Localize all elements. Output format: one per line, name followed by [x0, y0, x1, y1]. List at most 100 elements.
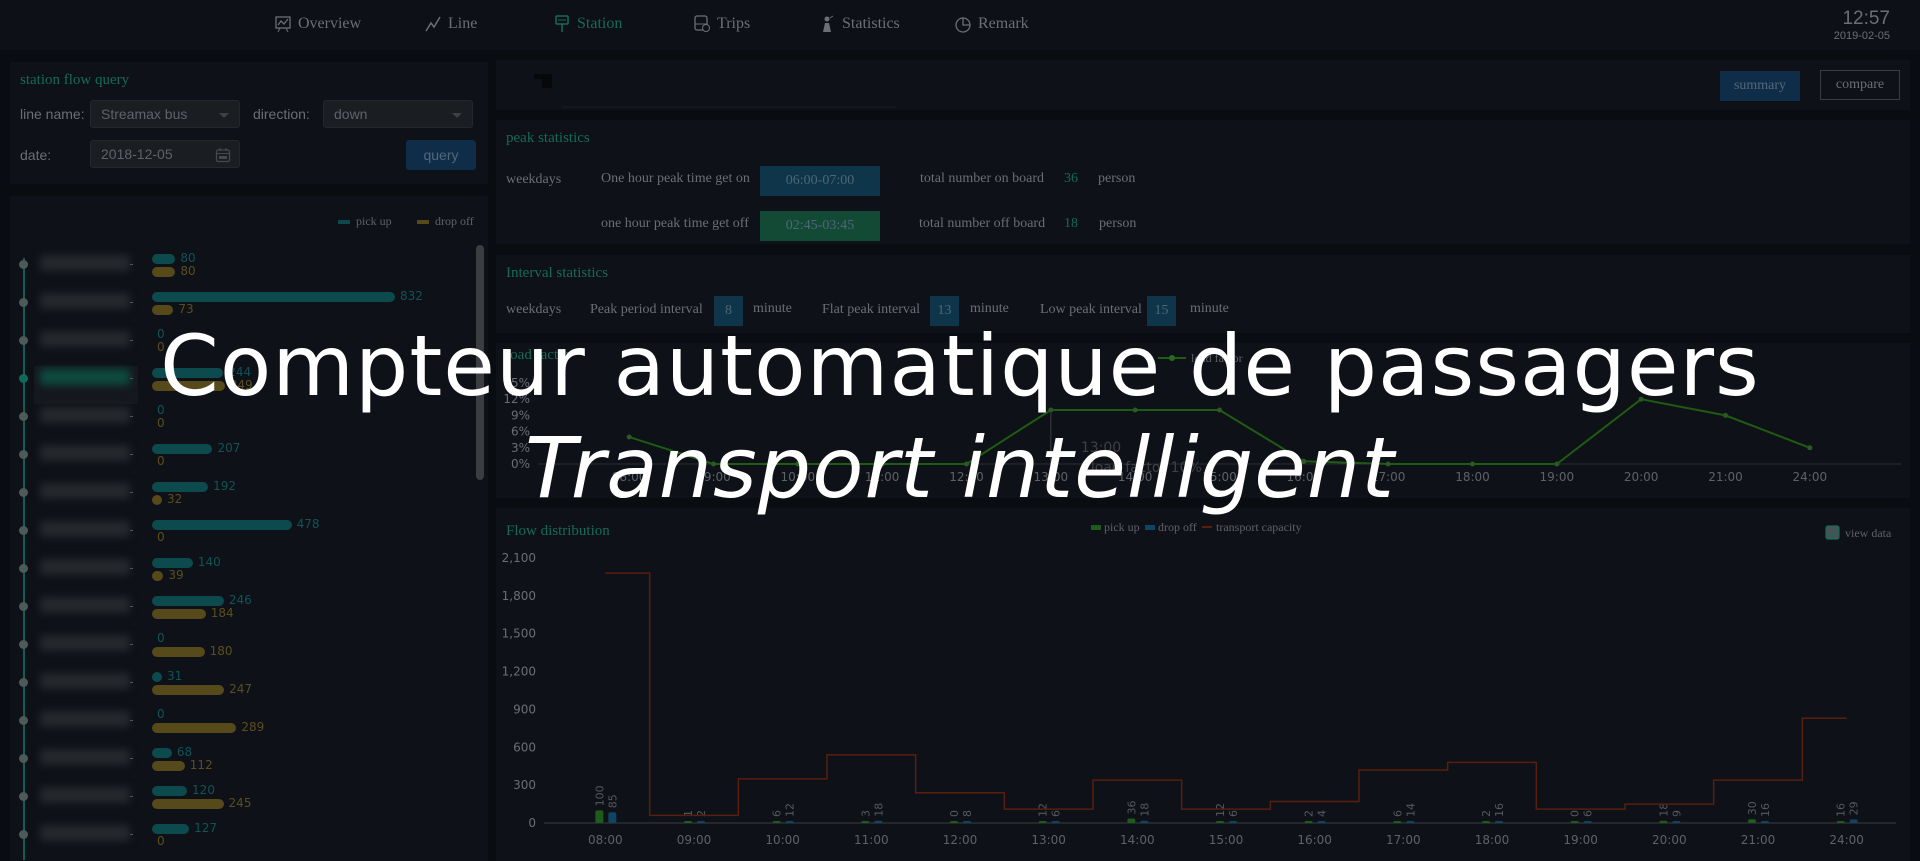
- drop-off-bar: [152, 267, 176, 277]
- drop-off-bar[interactable]: [1495, 820, 1503, 823]
- drop-off-bar[interactable]: [1140, 820, 1149, 823]
- pick-up-value: 31: [167, 669, 183, 683]
- station-row[interactable]: 0 180: [0, 632, 470, 670]
- query-button[interactable]: query: [406, 140, 476, 170]
- line-name-select[interactable]: Streamax bus: [90, 100, 240, 128]
- y-tick-label: 600: [513, 740, 536, 754]
- direction-value: down: [334, 106, 368, 122]
- station-tick: [130, 568, 133, 569]
- nav-line[interactable]: Line: [424, 15, 477, 33]
- drop-off-bar[interactable]: [1317, 821, 1326, 823]
- drop-off-value: 289: [241, 720, 265, 734]
- pick-up-value: 478: [296, 517, 320, 531]
- pick-up-bar[interactable]: [1304, 821, 1313, 823]
- station-dot: [19, 678, 28, 687]
- nav-station-label: Station: [577, 15, 623, 32]
- pick-up-bar: [152, 558, 193, 568]
- station-row[interactable]: 140 39: [0, 556, 470, 594]
- bus-stop-sign-icon: [555, 15, 569, 32]
- pick-up-value: 0: [157, 707, 165, 721]
- nav-overview-label: Overview: [298, 15, 362, 32]
- station-dot: [19, 640, 28, 649]
- nav-station[interactable]: Station: [553, 15, 622, 33]
- station-dot: [19, 830, 28, 839]
- calendar-icon[interactable]: [215, 147, 231, 163]
- nav-trips[interactable]: Trips: [693, 15, 750, 33]
- x-tick-label: 17:00: [1386, 833, 1421, 847]
- station-row[interactable]: 68 112: [0, 746, 470, 784]
- pick-up-bar[interactable]: [1570, 821, 1579, 823]
- summary-button[interactable]: summary: [1720, 71, 1800, 101]
- x-tick-label: 11:00: [854, 833, 889, 847]
- drop-off-value-label: 6: [1582, 810, 1595, 817]
- drop-off-value: 39: [168, 568, 184, 582]
- drop-off-value-label: 6: [1227, 810, 1240, 817]
- drop-off-bar[interactable]: [1583, 821, 1592, 823]
- pick-up-bar: [152, 748, 172, 758]
- pick-up-value: 120: [192, 783, 215, 797]
- pick-up-bar[interactable]: [772, 821, 781, 823]
- station-tick: [130, 796, 133, 797]
- drop-off-bar[interactable]: [1229, 821, 1237, 823]
- drop-off-value-label: 29: [1848, 801, 1861, 815]
- drop-off-bar[interactable]: [1672, 821, 1681, 823]
- legend-drop-off: drop off: [417, 214, 474, 229]
- pick-up-bar[interactable]: [595, 810, 604, 823]
- pick-up-bar[interactable]: [1748, 819, 1756, 823]
- chevron-down-icon: [219, 113, 229, 118]
- station-row[interactable]: 0 289: [0, 708, 470, 746]
- view-data-toggle[interactable]: view data: [1825, 525, 1892, 540]
- station-name-blurred: [40, 597, 130, 613]
- drop-off-value-label: 6: [1050, 810, 1063, 817]
- pick-up-bar[interactable]: [1127, 818, 1136, 823]
- y-tick-label: 900: [513, 702, 536, 716]
- nav-overview[interactable]: Overview: [274, 15, 361, 33]
- pick-up-bar[interactable]: [1393, 821, 1402, 823]
- x-tick-label: 13:00: [1031, 833, 1066, 847]
- station-row[interactable]: 246 184: [0, 594, 470, 632]
- pick-up-bar: [152, 786, 188, 796]
- pick-up-bar[interactable]: [1836, 820, 1845, 823]
- station-tick: [130, 682, 133, 683]
- pick-up-bar[interactable]: [1659, 820, 1668, 823]
- drop-off-bar[interactable]: [1849, 819, 1858, 823]
- drop-off-value: 180: [209, 644, 233, 658]
- drop-off-bar: [152, 761, 185, 771]
- station-row[interactable]: 80 80: [0, 252, 470, 290]
- nav-statistics[interactable]: Statistics: [818, 15, 900, 33]
- station-row[interactable]: 31 247: [0, 670, 470, 708]
- pick-up-value-label: 36: [1125, 800, 1138, 814]
- station-row[interactable]: 120 245: [0, 784, 470, 822]
- station-name-blurred: [40, 521, 130, 537]
- pick-up-bar[interactable]: [950, 821, 958, 823]
- station-row[interactable]: 478 0: [0, 518, 470, 556]
- direction-select[interactable]: down: [323, 100, 473, 128]
- pick-up-bar: [152, 672, 162, 682]
- pick-up-bar[interactable]: [1216, 821, 1224, 823]
- drop-off-bar[interactable]: [697, 821, 705, 823]
- drop-off-bar[interactable]: [963, 821, 971, 823]
- drop-off-bar[interactable]: [608, 812, 617, 823]
- date-input[interactable]: 2018-12-05: [90, 140, 240, 168]
- station-tick: [130, 720, 133, 721]
- x-tick-label: 19:00: [1563, 833, 1598, 847]
- station-row[interactable]: 127 0: [0, 822, 470, 860]
- chevron-down-icon: [452, 113, 462, 118]
- drop-off-value-label: 16: [1759, 803, 1772, 817]
- nav-remark[interactable]: Remark: [954, 15, 1029, 33]
- back-icon[interactable]: [532, 72, 554, 92]
- station-dot: [19, 564, 28, 573]
- pick-up-bar[interactable]: [1038, 821, 1047, 823]
- drop-off-bar[interactable]: [785, 821, 794, 823]
- peak-weekdays-label: weekdays: [506, 172, 562, 187]
- pick-up-bar[interactable]: [684, 821, 692, 823]
- drop-off-bar[interactable]: [1051, 821, 1060, 823]
- drop-off-bar[interactable]: [874, 820, 883, 823]
- drop-off-bar[interactable]: [1761, 820, 1769, 823]
- pick-up-bar[interactable]: [1482, 821, 1490, 823]
- station-tick: [130, 758, 133, 759]
- compare-button[interactable]: compare: [1820, 70, 1900, 100]
- drop-off-bar[interactable]: [1406, 821, 1415, 823]
- pick-up-bar[interactable]: [861, 821, 870, 823]
- drop-off-bar: [152, 647, 205, 657]
